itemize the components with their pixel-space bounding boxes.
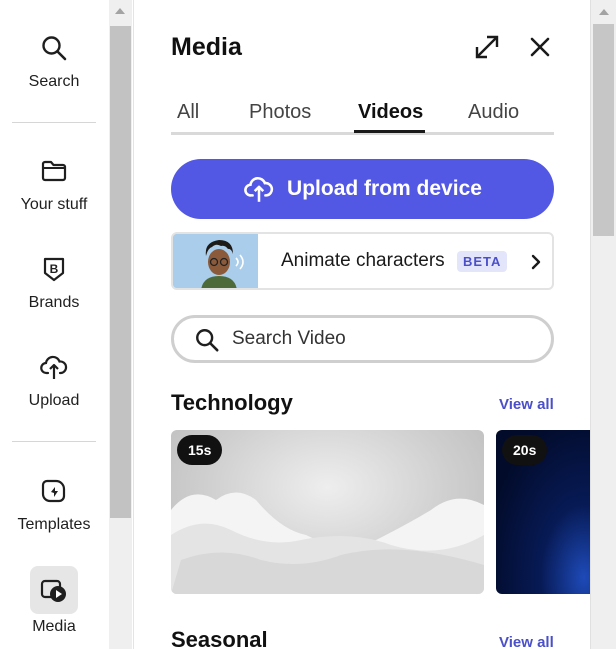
left-rail: Search Your stuff B Brands Upload Templa… — [0, 0, 108, 649]
animate-character-thumbnail — [173, 234, 258, 288]
tab-all[interactable]: All — [177, 101, 199, 133]
rail-item-label: Upload — [28, 392, 80, 409]
search-icon — [39, 33, 69, 63]
cloud-upload-icon — [39, 352, 69, 382]
expand-button[interactable] — [473, 33, 501, 61]
rail-scrollbar[interactable] — [109, 0, 132, 649]
cloud-upload-icon — [243, 173, 275, 205]
close-icon — [530, 37, 550, 57]
tab-audio[interactable]: Audio — [468, 101, 519, 133]
rail-divider — [12, 122, 96, 123]
duration-badge: 15s — [177, 435, 223, 465]
duration-badge: 20s — [502, 435, 548, 465]
video-card[interactable]: 20s — [496, 430, 590, 594]
rail-item-your-stuff[interactable]: Your stuff — [0, 156, 108, 214]
close-button[interactable] — [527, 34, 553, 60]
rail-item-label: Brands — [28, 294, 80, 311]
scroll-up-arrow-icon[interactable] — [115, 8, 125, 14]
rail-item-templates[interactable]: Templates — [0, 476, 108, 534]
media-tabs: All Photos Videos Audio — [171, 100, 554, 135]
rail-item-label: Media — [32, 618, 76, 635]
media-icon — [30, 566, 78, 614]
rail-item-upload[interactable]: Upload — [0, 352, 108, 410]
animate-characters-card[interactable]: Animate characters BETA — [171, 232, 554, 290]
panel-title: Media — [171, 33, 242, 61]
view-all-technology-link[interactable]: View all — [499, 396, 554, 413]
animate-characters-label: Animate characters — [281, 250, 445, 271]
scroll-up-arrow-icon[interactable] — [599, 9, 609, 15]
rail-divider — [12, 441, 96, 442]
search-input[interactable] — [232, 324, 532, 354]
brand-icon: B — [39, 254, 69, 284]
upload-button-label: Upload from device — [287, 177, 482, 200]
upload-from-device-button[interactable]: Upload from device — [171, 159, 554, 219]
view-all-seasonal-link[interactable]: View all — [499, 634, 554, 649]
rail-item-label: Templates — [17, 516, 91, 533]
scrollbar-thumb[interactable] — [110, 26, 131, 518]
section-title-technology: Technology — [171, 390, 293, 415]
search-icon — [194, 327, 220, 353]
rail-item-label: Search — [28, 73, 80, 90]
media-panel: Media All Photos Videos Audio Upload fro… — [133, 0, 590, 649]
rail-item-brands[interactable]: B Brands — [0, 254, 108, 312]
search-video-field[interactable] — [171, 315, 554, 363]
beta-badge: BETA — [457, 251, 508, 272]
templates-icon — [39, 476, 69, 506]
tab-photos[interactable]: Photos — [249, 101, 311, 133]
rail-item-media[interactable]: Media — [0, 566, 108, 636]
panel-scrollbar[interactable] — [590, 0, 616, 649]
chevron-right-icon — [529, 252, 543, 272]
tab-videos[interactable]: Videos — [358, 101, 423, 133]
scrollbar-thumb[interactable] — [593, 24, 614, 236]
active-tab-indicator — [354, 130, 425, 133]
section-title-seasonal: Seasonal — [171, 627, 268, 649]
technology-video-row: 15s 20s — [171, 430, 590, 594]
folder-icon — [39, 156, 69, 186]
expand-icon — [475, 35, 499, 59]
rail-item-label: Your stuff — [20, 196, 88, 213]
rail-item-search[interactable]: Search — [0, 33, 108, 91]
svg-text:B: B — [50, 262, 59, 276]
video-card[interactable]: 15s — [171, 430, 484, 594]
